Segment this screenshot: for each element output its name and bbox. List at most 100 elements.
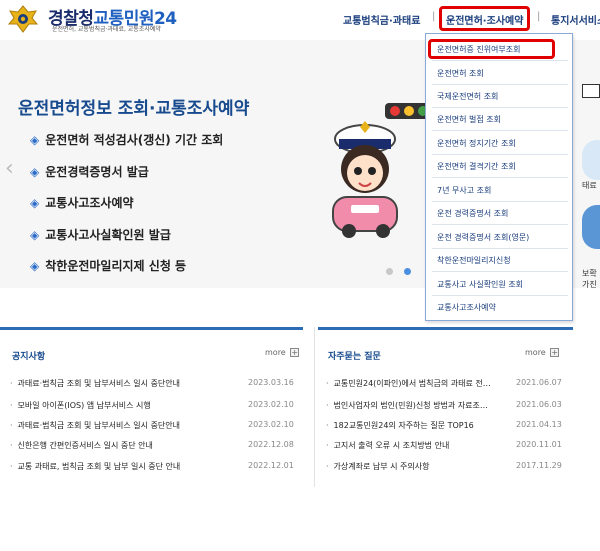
nav-separator: |	[432, 11, 436, 22]
dropdown-item-career-cert-en[interactable]: 운전 경력증명서 조회(영문)	[437, 232, 529, 243]
notice-row-title: 신한은행 간편인증서비스 일시 중단 안내	[17, 441, 153, 450]
dropdown-item-disqualification[interactable]: 운전면허 결격기간 조회	[437, 161, 516, 172]
faq-row-date: 2021.04.13	[516, 420, 562, 429]
bullet-icon: ·	[10, 379, 13, 388]
notice-row-title: 모바일 아이폰(IOS) 앱 납부서비스 시행	[17, 401, 151, 410]
notice-row[interactable]: · 과태료·범칙금 조회 및 납부서비스 일시 중단안내	[10, 420, 180, 431]
faq-row[interactable]: · 교통민원24(이파인)에서 범칙금의 과태료 전…	[326, 378, 491, 389]
dropdown-divider	[432, 248, 568, 249]
banner-item-label: 교통사고사실확인원 발급	[45, 228, 171, 242]
faq-more-link[interactable]: more +	[525, 348, 560, 357]
partial-tile-a[interactable]	[582, 140, 600, 180]
banner-item-label: 교통사고조사예약	[45, 196, 134, 210]
notice-row[interactable]: · 모바일 아이폰(IOS) 앱 납부서비스 시행	[10, 400, 151, 411]
faq-row[interactable]: · 법인사업자의 법인(민원)신청 방법과 자료조…	[326, 400, 488, 411]
faq-row-title: 고지서 출력 오류 시 조치방법 안내	[333, 441, 450, 450]
diamond-bullet-icon: ◈	[30, 259, 40, 273]
bullet-icon: ·	[326, 441, 329, 450]
dropdown-item-seven-year[interactable]: 7년 무사고 조회	[437, 185, 491, 196]
banner-item-label: 착한운전마일리지제 신청 등	[45, 259, 187, 273]
notice-more-link[interactable]: more +	[265, 348, 300, 357]
partial-icon-box[interactable]	[582, 84, 600, 98]
notice-row[interactable]: · 신한은행 간편인증서비스 일시 중단 안내	[10, 440, 153, 451]
dropdown-item-penalty-points[interactable]: 운전면허 벌점 조회	[437, 114, 501, 125]
bullet-icon: ·	[10, 462, 13, 471]
police-mascot-illustration	[325, 103, 435, 263]
faq-title[interactable]: 자주묻는 질문	[328, 349, 381, 362]
dropdown-divider	[432, 154, 568, 155]
notice-row-title: 과태료·범칙금 조회 및 납부서비스 일시 중단안내	[17, 379, 181, 388]
dropdown-item-mileage[interactable]: 착한운전마일리지신청	[437, 255, 511, 266]
dropdown-divider	[432, 84, 568, 85]
dropdown-divider	[432, 271, 568, 272]
faq-row-date: 2021.06.07	[516, 378, 562, 387]
bullet-icon: ·	[326, 401, 329, 410]
banner-item[interactable]: ◈ 착한운전마일리지제 신청 등	[30, 257, 186, 274]
plus-icon: +	[290, 348, 300, 357]
slide-dot-active[interactable]	[404, 268, 411, 275]
dropdown-item-intl-license[interactable]: 국제운전면허 조회	[437, 91, 498, 102]
faq-row[interactable]: · 가상계좌로 납부 시 주의사항	[326, 461, 430, 472]
partial-tile-a-label: 태료	[582, 181, 597, 190]
notice-title[interactable]: 공지사항	[12, 349, 45, 362]
license-dropdown-menu: 운전면허증 진위여부조회 운전면허 조회 국제운전면허 조회 운전면허 벌점 조…	[425, 33, 573, 321]
faq-more-label: more	[525, 348, 546, 357]
notice-row-date: 2023.03.16	[248, 378, 294, 387]
faq-top-border	[318, 327, 573, 330]
bullet-icon: ·	[10, 421, 13, 430]
notice-row-title: 과태료·범칙금 조회 및 납부서비스 일시 중단안내	[17, 421, 181, 430]
dropdown-divider	[432, 60, 568, 61]
dropdown-divider	[432, 130, 568, 131]
banner-item[interactable]: ◈ 운전면허 적성검사(갱신) 기간 조회	[30, 131, 223, 148]
faq-row-title: 182교통민원24의 자주하는 질문 TOP16	[333, 421, 474, 430]
bullet-icon: ·	[10, 401, 13, 410]
banner-item-label: 운전면허 적성검사(갱신) 기간 조회	[45, 133, 224, 147]
faq-row-date: 2020.11.01	[516, 440, 562, 449]
banner-item-label: 운전경력증명서 발급	[45, 165, 149, 179]
nav-fines[interactable]: 교통범칙금·과태료	[343, 12, 420, 27]
notice-more-label: more	[265, 348, 286, 357]
banner-item[interactable]: ◈ 교통사고사실확인원 발급	[30, 226, 171, 243]
faq-row-date: 2021.06.03	[516, 400, 562, 409]
notice-row-date: 2022.12.01	[248, 461, 294, 470]
banner-title: 운전면허정보 조회·교통조사예약	[18, 99, 250, 119]
slide-prev-arrow-icon[interactable]: ‹	[5, 156, 14, 181]
nav-separator: |	[537, 11, 541, 22]
bullet-icon: ·	[326, 421, 329, 430]
nav-notice-service[interactable]: 통지서서비스	[551, 12, 600, 27]
notice-row-title: 교통 과태료, 범칙금 조회 및 납부 일시 중단 안내	[17, 462, 181, 471]
diamond-bullet-icon: ◈	[30, 133, 40, 147]
notice-row-date: 2023.02.10	[248, 400, 294, 409]
slide-dot[interactable]	[386, 268, 393, 275]
dropdown-item-accident-cert[interactable]: 교통사고 사실확인원 조회	[437, 279, 523, 290]
faq-row-title: 가상계좌로 납부 시 주의사항	[333, 462, 430, 471]
dropdown-divider	[432, 295, 568, 296]
faq-row[interactable]: · 고지서 출력 오류 시 조치방법 안내	[326, 440, 449, 451]
nav-active-highlight	[439, 6, 530, 31]
notice-row[interactable]: · 교통 과태료, 범칙금 조회 및 납부 일시 중단 안내	[10, 461, 180, 472]
notice-row-date: 2023.02.10	[248, 420, 294, 429]
banner-item[interactable]: ◈ 운전경력증명서 발급	[30, 163, 149, 180]
dropdown-divider	[432, 224, 568, 225]
dropdown-item-highlight	[428, 39, 555, 59]
notice-row-date: 2022.12.08	[248, 440, 294, 449]
banner-item[interactable]: ◈ 교통사고조사예약	[30, 194, 134, 211]
dropdown-item-career-cert[interactable]: 운전 경력증명서 조회	[437, 208, 508, 219]
dropdown-item-license-lookup[interactable]: 운전면허 조회	[437, 68, 484, 79]
partial-tile-b[interactable]	[582, 205, 600, 249]
faq-row-date: 2017.11.29	[516, 461, 562, 470]
logo-subtitle: 운전면허, 교통범칙금·과태료, 교통조사예약	[52, 26, 161, 33]
diamond-bullet-icon: ◈	[30, 228, 40, 242]
dropdown-item-accident-reservation[interactable]: 교통사고조사예약	[437, 302, 496, 313]
bullet-icon: ·	[10, 441, 13, 450]
plus-icon: +	[550, 348, 560, 357]
dropdown-divider	[432, 177, 568, 178]
police-emblem-icon[interactable]	[6, 4, 40, 34]
dropdown-item-suspension[interactable]: 운전면허 정지기간 조회	[437, 138, 516, 149]
faq-row-title: 법인사업자의 법인(민원)신청 방법과 자료조…	[333, 401, 488, 410]
notice-row[interactable]: · 과태료·범칙금 조회 및 납부서비스 일시 중단안내	[10, 378, 180, 389]
faq-row[interactable]: · 182교통민원24의 자주하는 질문 TOP16	[326, 420, 474, 431]
partial-tile-b-label: 보확	[582, 269, 597, 278]
diamond-bullet-icon: ◈	[30, 165, 40, 179]
notice-top-border	[0, 327, 303, 330]
